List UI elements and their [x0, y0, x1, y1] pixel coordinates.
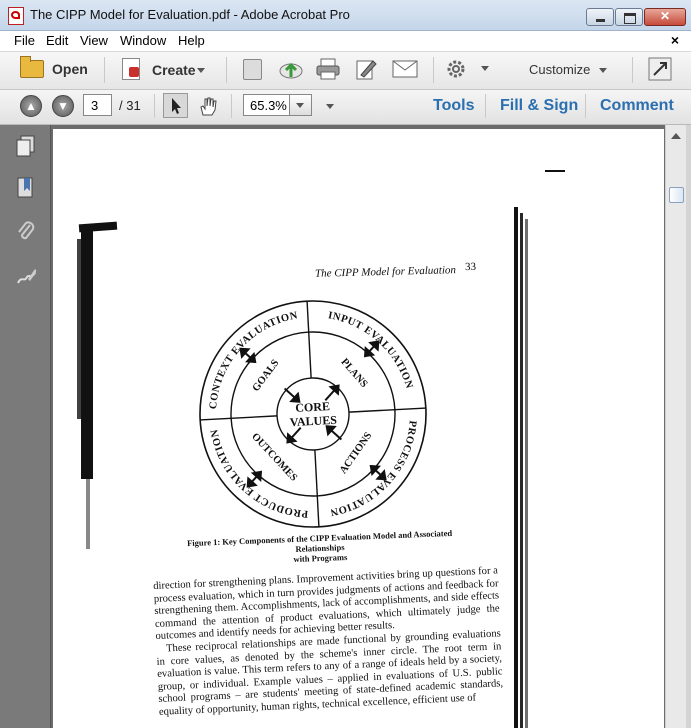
toolbar-divider [104, 57, 105, 83]
signature-icon[interactable] [16, 265, 36, 287]
edit-icon[interactable] [356, 58, 378, 80]
navigation-pane [0, 125, 51, 728]
toolbar-divider [231, 94, 232, 118]
settings-dropdown-icon[interactable] [481, 66, 489, 71]
toolbar-divider [433, 57, 434, 83]
scan-artifact [545, 170, 565, 172]
menu-help[interactable]: Help [178, 33, 205, 48]
vertical-scrollbar[interactable] [665, 125, 686, 728]
fill-sign-pane-button[interactable]: Fill & Sign [500, 97, 578, 115]
pdf-page: The CIPP Model for Evaluation 33 CONTEXT… [53, 129, 664, 728]
email-icon[interactable] [392, 60, 418, 78]
menu-view[interactable]: View [80, 33, 108, 48]
create-pdf-icon[interactable] [122, 58, 140, 80]
close-document-icon[interactable]: × [671, 32, 679, 48]
cursor-icon [172, 98, 181, 114]
paragraph-2: These reciprocal relationships are made … [156, 628, 504, 718]
folder-icon[interactable] [20, 56, 44, 78]
actions-label: ACTIONS [338, 430, 375, 476]
open-button[interactable]: Open [52, 61, 88, 77]
customize-dropdown-icon[interactable] [599, 68, 607, 73]
scan-artifact [514, 207, 518, 728]
cipp-diagram: CONTEXT EVALUATION INPUT EVALUATION PROC… [199, 300, 427, 528]
chevron-down-icon [296, 103, 304, 108]
scan-artifact [86, 459, 90, 549]
scan-artifact [525, 219, 528, 728]
maximize-button[interactable] [615, 8, 643, 26]
window-border [686, 125, 691, 728]
zoom-dropdown[interactable] [290, 94, 312, 116]
save-icon[interactable] [243, 59, 262, 80]
cloud-upload-icon[interactable] [278, 57, 304, 81]
goals-label: GOALS [251, 358, 282, 394]
create-button[interactable]: Create [152, 62, 196, 78]
hand-icon[interactable] [197, 95, 219, 117]
running-header: The CIPP Model for Evaluation [314, 264, 457, 280]
acrobat-icon [8, 7, 24, 25]
title-bar: The CIPP Model for Evaluation.pdf - Adob… [0, 0, 691, 31]
page-total: / 31 [119, 98, 141, 113]
attachment-icon[interactable] [16, 220, 36, 242]
minimize-button[interactable] [586, 8, 614, 26]
next-page-button[interactable]: ▼ [52, 95, 74, 117]
comment-pane-button[interactable]: Comment [600, 97, 674, 115]
menu-file[interactable]: File [14, 33, 35, 48]
toolbar-divider [485, 94, 486, 118]
scroll-up-icon[interactable] [671, 133, 681, 139]
toolbar-divider [226, 57, 227, 83]
menu-window[interactable]: Window [120, 33, 166, 48]
toolbar-divider [632, 57, 633, 83]
create-dropdown-icon[interactable] [197, 68, 205, 73]
page-number: 33 [464, 260, 477, 274]
tools-pane-button[interactable]: Tools [433, 97, 474, 115]
select-tool-button[interactable] [163, 93, 188, 118]
window-title: The CIPP Model for Evaluation.pdf - Adob… [30, 7, 350, 22]
toolbar-divider [585, 94, 586, 118]
pages-icon[interactable] [16, 135, 36, 157]
toolbar-divider [154, 94, 155, 118]
close-button[interactable] [644, 8, 686, 26]
plans-label: PLANS [338, 357, 369, 390]
scan-artifact [77, 239, 83, 419]
page-number-input[interactable] [83, 94, 112, 116]
zoom-input[interactable] [243, 94, 290, 116]
fullscreen-icon[interactable] [648, 57, 672, 81]
more-tools-dropdown-icon[interactable] [326, 104, 334, 109]
customize-button[interactable]: Customize [529, 62, 590, 77]
body-text: direction for strengthening plans. Impro… [153, 565, 504, 719]
scroll-thumb[interactable] [669, 187, 684, 203]
menu-edit[interactable]: Edit [46, 33, 68, 48]
document-viewer[interactable]: The CIPP Model for Evaluation 33 CONTEXT… [51, 125, 665, 728]
bookmark-icon[interactable] [16, 177, 36, 199]
scan-artifact [520, 213, 523, 728]
previous-page-button[interactable]: ▲ [20, 95, 42, 117]
gear-icon[interactable] [446, 59, 466, 79]
menu-bar: File Edit View Window Help × [0, 31, 691, 52]
print-icon[interactable] [316, 58, 340, 80]
figure-caption: Figure 1: Key Components of the CIPP Eva… [165, 527, 476, 569]
